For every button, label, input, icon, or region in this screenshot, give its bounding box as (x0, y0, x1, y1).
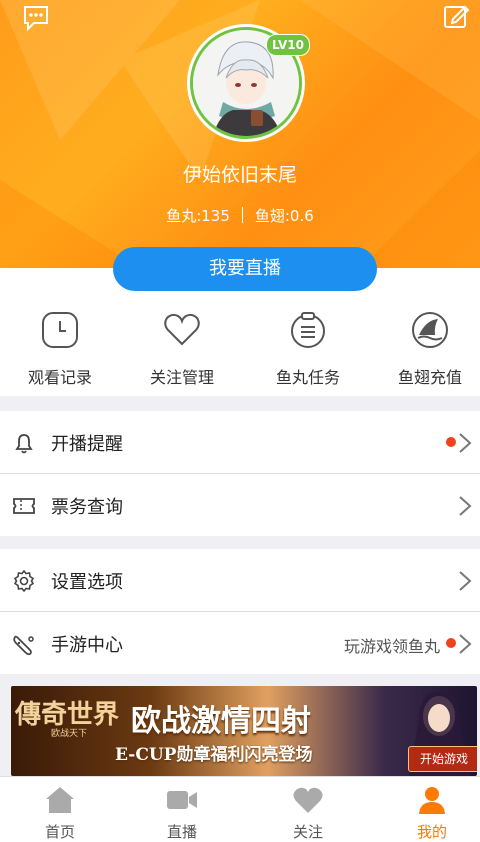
tab-mine[interactable]: 我的 (372, 777, 480, 842)
menu-group-settings: 设置选项 手游中心 玩游戏领鱼丸 (0, 549, 480, 674)
username: 伊始依旧末尾 (182, 164, 297, 186)
user-icon (419, 787, 445, 814)
chevron-right-icon (459, 496, 472, 516)
shark-fin-icon (412, 312, 448, 348)
stats-divider (241, 207, 243, 223)
tab-follow[interactable]: 关注 (248, 777, 368, 842)
menu-item-label: 手游中心 (51, 635, 123, 656)
banner-subtitle: E-CUP勋章福利闪亮登场 (115, 745, 313, 765)
gear-icon (13, 569, 35, 593)
gamepad-icon (13, 635, 34, 656)
level-badge: LV10 (266, 34, 310, 56)
tab-label: 我的 (416, 823, 447, 841)
menu-item-label: 票务查询 (51, 497, 123, 518)
game-ad-banner[interactable]: 傳奇世界 欧战天下 欧战激情四射 E-CUP勋章福利闪亮登场 开始游戏 (11, 686, 477, 776)
quick-action-watch-history[interactable]: 观看记录 (0, 310, 120, 388)
games-promo-text: 玩游戏领鱼丸 (343, 637, 440, 656)
ticket-icon (13, 498, 35, 514)
menu-group-reminders: 开播提醒 票务查询 (0, 411, 480, 536)
task-list-icon (291, 312, 325, 348)
clock-icon (42, 312, 78, 348)
start-live-button[interactable]: 我要直播 (113, 247, 377, 291)
fish-balls-count: 鱼丸:135 (166, 207, 230, 225)
bottom-tab-bar: 首页 直播 关注 我的 (0, 776, 480, 842)
banner-title: 欧战激情四射 (131, 704, 311, 739)
menu-item-settings[interactable]: 设置选项 (0, 549, 480, 611)
chevron-right-icon (459, 433, 472, 453)
chevron-right-icon (459, 634, 472, 654)
tab-home[interactable]: 首页 (0, 777, 120, 842)
user-stats: 鱼丸:135 鱼翅:0.6 (0, 205, 480, 226)
tab-label: 直播 (166, 823, 197, 841)
heart-icon (164, 313, 200, 346)
edit-icon[interactable] (442, 2, 470, 30)
quick-action-label: 鱼翅充值 (397, 368, 462, 387)
chevron-right-icon (459, 571, 472, 591)
menu-item-live-reminder[interactable]: 开播提醒 (0, 411, 480, 473)
quick-action-label: 关注管理 (149, 368, 214, 387)
home-icon (46, 787, 74, 813)
bell-icon (15, 434, 33, 454)
tab-label: 首页 (44, 823, 75, 841)
menu-item-mobile-games[interactable]: 手游中心 玩游戏领鱼丸 (0, 611, 480, 674)
tab-label: 关注 (292, 823, 323, 841)
menu-item-label: 开播提醒 (51, 434, 123, 455)
menu-item-label: 设置选项 (51, 572, 123, 593)
quick-action-label: 鱼丸任务 (275, 368, 340, 387)
tab-live[interactable]: 直播 (122, 777, 242, 842)
quick-action-follow-management[interactable]: 关注管理 (122, 310, 242, 388)
profile-header: LV10 伊始依旧末尾 鱼丸:135 鱼翅:0.6 (0, 0, 480, 268)
notification-dot (446, 437, 456, 447)
message-icon[interactable] (22, 4, 50, 32)
notification-dot (446, 638, 456, 648)
heart-icon (293, 787, 323, 813)
quick-action-label: 观看记录 (27, 368, 92, 387)
menu-item-ticket-query[interactable]: 票务查询 (0, 473, 480, 536)
quick-action-fish-ball-tasks[interactable]: 鱼丸任务 (248, 310, 368, 388)
quick-action-fin-recharge[interactable]: 鱼翅充值 (370, 310, 480, 388)
start-game-button[interactable]: 开始游戏 (408, 746, 477, 772)
banner-logo-subtitle: 欧战天下 (51, 729, 88, 739)
fish-fins-count: 鱼翅:0.6 (254, 207, 314, 225)
video-camera-icon (167, 791, 197, 809)
